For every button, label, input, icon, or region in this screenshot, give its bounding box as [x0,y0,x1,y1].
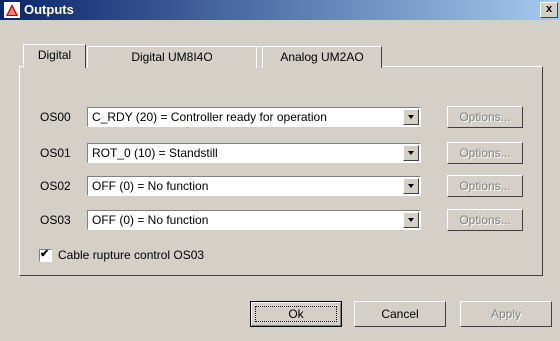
os02-label: OS02 [40,179,71,193]
os03-value: OFF (0) = No function [92,213,209,227]
tab-digital[interactable]: Digital [23,44,86,68]
ok-button[interactable]: Ok [250,301,342,327]
tab-label: Digital [37,48,72,62]
check-icon: ✔ [40,248,50,260]
os02-value: OFF (0) = No function [92,179,209,193]
os03-label: OS03 [40,213,71,227]
os00-value: C_RDY (20) = Controller ready for operat… [92,110,327,124]
apply-label: Apply [490,307,522,321]
os02-options-button[interactable]: Options... [447,175,523,197]
tab-label: Analog UM2AO [280,50,364,64]
os01-options-button[interactable]: Options... [447,142,523,164]
outputs-app-icon [4,2,20,18]
cancel-label: Cancel [381,307,419,321]
os00-label: OS00 [40,110,71,124]
ok-label: Ok [288,307,304,321]
chevron-down-icon[interactable] [403,178,419,194]
close-icon: x [545,3,553,15]
apply-button[interactable]: Apply [460,301,552,327]
cancel-button[interactable]: Cancel [354,301,446,327]
tab-digital-um8i4o[interactable]: Digital UM8I4O [87,46,257,68]
os03-select[interactable]: OFF (0) = No function [87,210,421,230]
os03-options-button[interactable]: Options... [447,209,523,231]
os01-value: ROT_0 (10) = Standstill [92,146,218,160]
os00-select[interactable]: C_RDY (20) = Controller ready for operat… [87,107,421,127]
cable-rupture-label: Cable rupture control OS03 [58,248,205,262]
os02-select[interactable]: OFF (0) = No function [87,176,421,196]
tab-analog-um2ao[interactable]: Analog UM2AO [262,46,382,68]
tab-label: Digital UM8I4O [131,50,213,64]
cable-rupture-checkbox[interactable]: ✔ [39,248,52,262]
title-bar: Outputs x [0,0,560,20]
chevron-down-icon[interactable] [403,212,419,228]
os01-label: OS01 [40,146,71,160]
chevron-down-icon[interactable] [403,109,419,125]
window-title: Outputs [24,2,74,17]
close-button[interactable]: x [540,2,558,18]
os00-options-button[interactable]: Options... [447,106,523,128]
tab-panel-digital [19,66,543,276]
os01-select[interactable]: ROT_0 (10) = Standstill [87,143,421,163]
chevron-down-icon[interactable] [403,145,419,161]
